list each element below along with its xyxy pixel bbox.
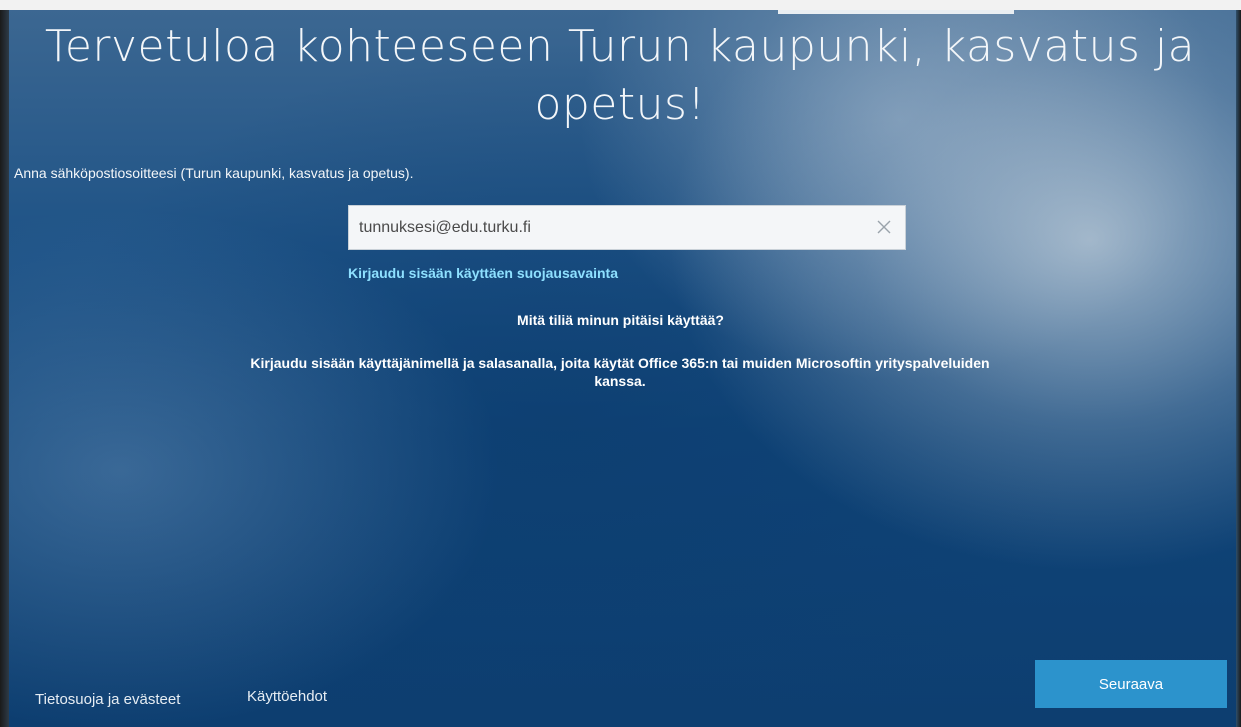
- privacy-link[interactable]: Tietosuoja ja evästeet: [35, 691, 180, 708]
- top-bezel: [0, 0, 1241, 10]
- top-edge-highlight: [778, 10, 1014, 14]
- security-key-link[interactable]: Kirjaudu sisään käyttäen suojausavainta: [348, 265, 618, 281]
- email-field-container: [348, 205, 906, 250]
- help-answer: Kirjaudu sisään käyttäjänimellä ja salas…: [250, 355, 990, 389]
- page-title: Tervetuloa kohteeseen Turun kaupunki, ka…: [44, 21, 1196, 130]
- oobe-screen: Tervetuloa kohteeseen Turun kaupunki, ka…: [0, 0, 1241, 727]
- help-question: Mitä tiliä minun pitäisi käyttää?: [517, 312, 724, 328]
- email-instruction: Anna sähköpostiosoitteesi (Turun kaupunk…: [14, 165, 414, 181]
- next-button[interactable]: Seuraava: [1035, 660, 1227, 708]
- email-field[interactable]: [359, 206, 849, 249]
- close-icon[interactable]: [875, 218, 893, 236]
- terms-link[interactable]: Käyttöehdot: [247, 688, 327, 705]
- right-bezel: [1236, 10, 1241, 727]
- left-bezel: [0, 10, 9, 727]
